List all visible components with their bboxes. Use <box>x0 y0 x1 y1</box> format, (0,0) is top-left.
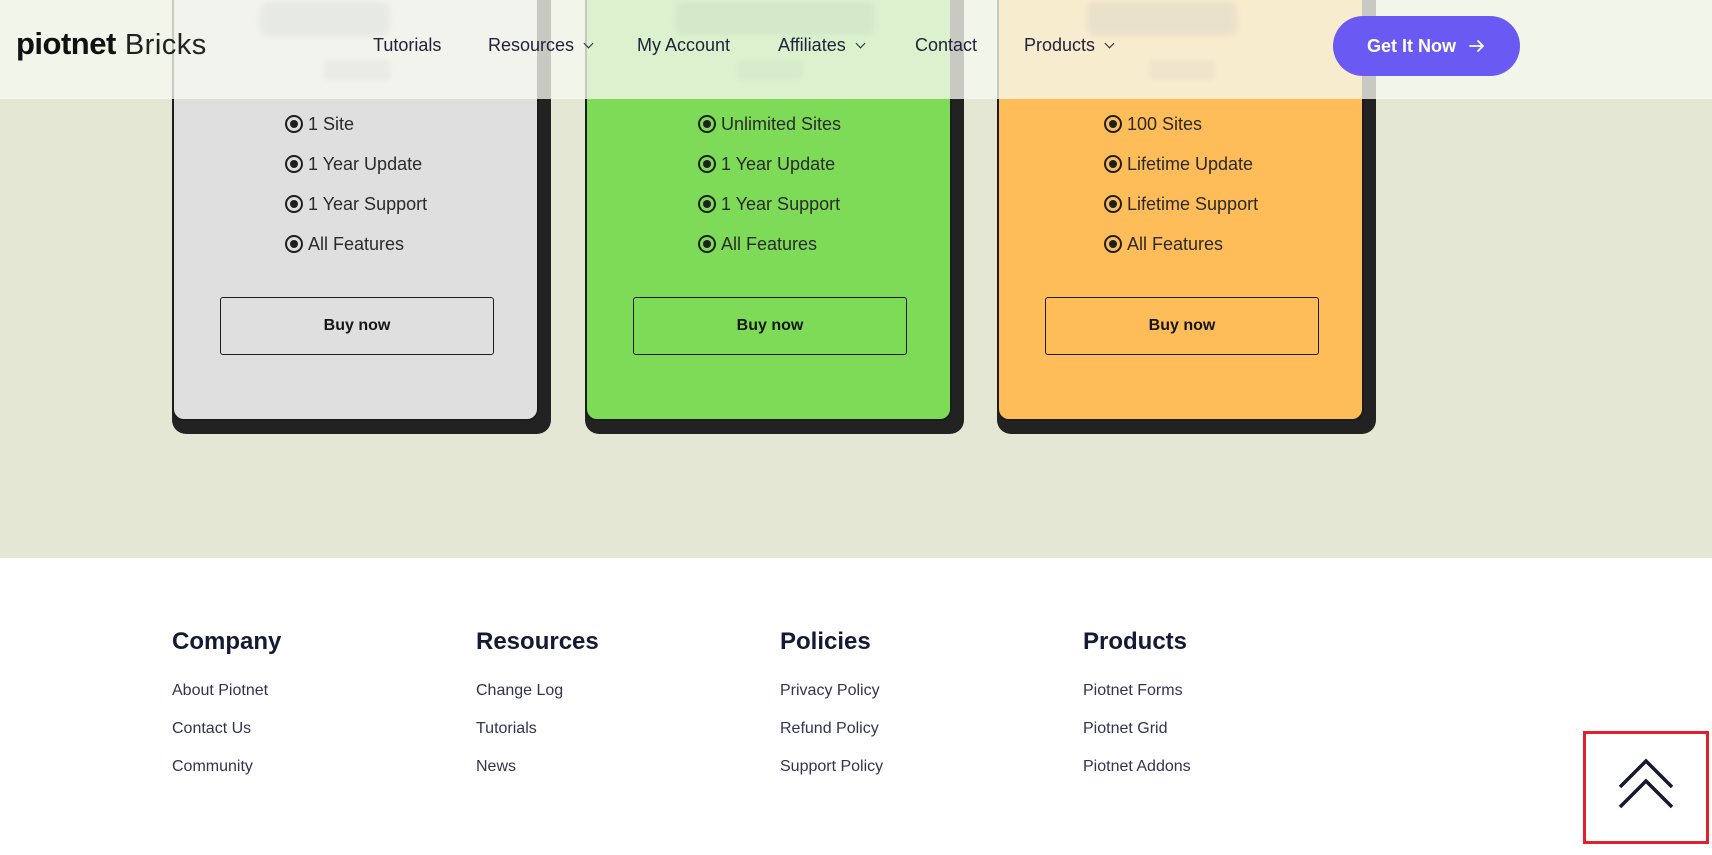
buy-now-button[interactable]: Buy now <box>1045 297 1319 355</box>
nav-affiliates[interactable]: Affiliates <box>778 35 866 56</box>
footer-link[interactable]: Support Policy <box>780 757 883 795</box>
nav-resources[interactable]: Resources <box>488 35 594 56</box>
feature-list: Unlimited Sites 1 Year Update 1 Year Sup… <box>698 104 841 264</box>
radio-dot-icon <box>698 235 716 253</box>
feature-item: Lifetime Support <box>1104 184 1258 224</box>
footer-heading: Products <box>1083 628 1188 655</box>
site-header: piotnet Bricks Tutorials Resources My Ac… <box>0 0 1712 99</box>
feature-item: 1 Site <box>285 104 427 144</box>
footer-column-policies: Policies Privacy Policy Refund Policy Su… <box>780 628 883 795</box>
feature-list: 1 Site 1 Year Update 1 Year Support All … <box>285 104 427 264</box>
footer-link[interactable]: Change Log <box>476 681 599 719</box>
site-logo[interactable]: piotnet Bricks <box>16 26 207 62</box>
radio-dot-icon <box>1104 155 1122 173</box>
footer-heading: Resources <box>476 628 599 655</box>
get-it-now-button[interactable]: Get It Now <box>1333 16 1520 76</box>
footer-link[interactable]: Tutorials <box>476 719 599 757</box>
nav-tutorials[interactable]: Tutorials <box>373 35 441 56</box>
feature-item: 1 Year Support <box>698 184 841 224</box>
radio-dot-icon <box>1104 115 1122 133</box>
footer-link[interactable]: About Piotnet <box>172 681 281 719</box>
nav-products[interactable]: Products <box>1024 35 1115 56</box>
radio-dot-icon <box>285 115 303 133</box>
footer-link[interactable]: Community <box>172 757 281 795</box>
chevron-down-icon <box>583 38 594 49</box>
feature-item: All Features <box>1104 224 1258 264</box>
logo-product: Bricks <box>124 29 207 61</box>
radio-dot-icon <box>698 115 716 133</box>
buy-now-button[interactable]: Buy now <box>220 297 494 355</box>
nav-my-account[interactable]: My Account <box>637 35 730 56</box>
footer-link[interactable]: Piotnet Forms <box>1083 681 1191 719</box>
feature-item: 1 Year Update <box>698 144 841 184</box>
footer-link[interactable]: Privacy Policy <box>780 681 883 719</box>
footer-heading: Company <box>172 628 282 655</box>
double-chevron-up-icon <box>1616 757 1676 818</box>
radio-dot-icon <box>1104 235 1122 253</box>
feature-item: 1 Year Update <box>285 144 427 184</box>
footer-heading: Policies <box>780 628 871 655</box>
buy-now-button[interactable]: Buy now <box>633 297 907 355</box>
radio-dot-icon <box>698 195 716 213</box>
chevron-down-icon <box>1104 38 1115 49</box>
footer-link[interactable]: Refund Policy <box>780 719 883 757</box>
back-to-top-button[interactable] <box>1583 731 1709 844</box>
radio-dot-icon <box>285 195 303 213</box>
footer-link[interactable]: News <box>476 757 599 795</box>
radio-dot-icon <box>698 155 716 173</box>
feature-item: 100 Sites <box>1104 104 1258 144</box>
radio-dot-icon <box>1104 195 1122 213</box>
feature-item: 1 Year Support <box>285 184 427 224</box>
nav-contact[interactable]: Contact <box>915 35 977 56</box>
arrow-right-icon <box>1468 37 1486 55</box>
footer-link[interactable]: Contact Us <box>172 719 281 757</box>
feature-list: 100 Sites Lifetime Update Lifetime Suppo… <box>1104 104 1258 264</box>
feature-item: All Features <box>285 224 427 264</box>
logo-wordmark: piotnet <box>16 26 116 61</box>
radio-dot-icon <box>285 155 303 173</box>
feature-item: Lifetime Update <box>1104 144 1258 184</box>
feature-item: Unlimited Sites <box>698 104 841 144</box>
radio-dot-icon <box>285 235 303 253</box>
footer-column-company: Company About Piotnet Contact Us Communi… <box>172 628 281 795</box>
chevron-down-icon <box>855 38 866 49</box>
footer-column-resources: Resources Change Log Tutorials News <box>476 628 599 795</box>
feature-item: All Features <box>698 224 841 264</box>
footer-column-products: Products Piotnet Forms Piotnet Grid Piot… <box>1083 628 1191 795</box>
footer-link[interactable]: Piotnet Grid <box>1083 719 1191 757</box>
footer-link[interactable]: Piotnet Addons <box>1083 757 1191 795</box>
